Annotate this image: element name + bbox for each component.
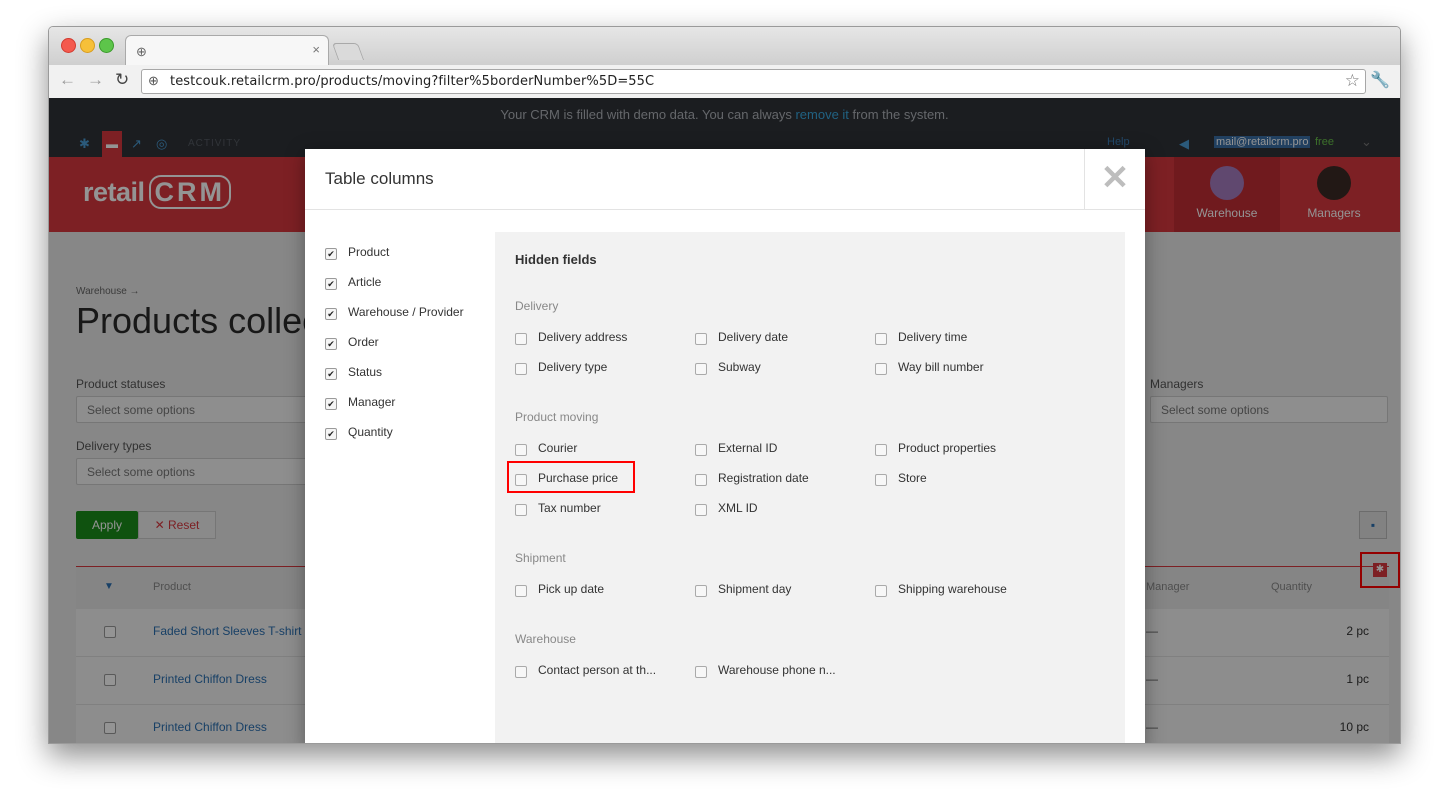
field-label: Pick up date <box>538 582 605 596</box>
close-icon[interactable]: ✕ <box>1084 149 1145 209</box>
checkbox-checked[interactable]: ✔ <box>325 308 337 320</box>
checkbox-checked[interactable]: ✔ <box>325 338 337 350</box>
browser-toolbar: ← → ↻ ⊕ testcouk.retailcrm.pro/products/… <box>49 65 1400 99</box>
zoom-window-button[interactable] <box>99 38 114 53</box>
forward-arrow-icon[interactable]: → <box>87 70 104 90</box>
field-label: XML ID <box>718 501 758 515</box>
checkbox[interactable] <box>515 504 527 516</box>
checkbox-checked[interactable]: ✔ <box>325 428 337 440</box>
new-tab-button[interactable] <box>331 43 365 60</box>
checkbox[interactable] <box>695 474 707 486</box>
browser-window: ⊕ × ← → ↻ ⊕ testcouk.retailcrm.pro/produ… <box>48 26 1401 744</box>
page-content: Your CRM is filled with demo data. You c… <box>49 98 1400 743</box>
hidden-fields-title: Hidden fields <box>515 252 597 267</box>
checkbox[interactable] <box>695 504 707 516</box>
visible-column-label: Status <box>348 365 383 379</box>
checkbox[interactable] <box>695 585 707 597</box>
minimize-window-button[interactable] <box>80 38 95 53</box>
group-delivery: Delivery <box>515 299 559 313</box>
globe-icon: ⊕ <box>136 44 147 59</box>
field-label: Way bill number <box>898 360 984 374</box>
close-window-button[interactable] <box>61 38 76 53</box>
group-warehouse: Warehouse <box>515 632 576 646</box>
checkbox[interactable] <box>515 363 527 375</box>
field-label: Warehouse phone n... <box>718 663 836 677</box>
back-arrow-icon[interactable]: ← <box>59 70 76 90</box>
wrench-icon[interactable]: 🔧 <box>1370 70 1390 90</box>
field-label: Store <box>898 471 927 485</box>
checkbox[interactable] <box>875 474 887 486</box>
visible-column-label: Warehouse / Provider <box>348 305 464 319</box>
checkbox[interactable] <box>515 444 527 456</box>
checkbox[interactable] <box>515 333 527 345</box>
field-label: Shipping warehouse <box>898 582 1007 596</box>
field-label: External ID <box>718 441 778 455</box>
checkbox[interactable] <box>875 333 887 345</box>
reload-icon[interactable]: ↻ <box>115 70 129 90</box>
url-text: testcouk.retailcrm.pro/products/moving?f… <box>170 74 655 89</box>
group-product-moving: Product moving <box>515 410 599 424</box>
group-shipment: Shipment <box>515 551 566 565</box>
visible-column-label: Product <box>348 245 390 259</box>
modal-header: Table columns ✕ <box>305 149 1145 210</box>
address-bar[interactable]: ⊕ testcouk.retailcrm.pro/products/moving… <box>141 69 1366 94</box>
field-label: Shipment day <box>718 582 792 596</box>
checkbox[interactable] <box>875 363 887 375</box>
checkbox-checked[interactable]: ✔ <box>325 278 337 290</box>
checkbox-checked[interactable]: ✔ <box>325 398 337 410</box>
checkbox[interactable] <box>695 666 707 678</box>
visible-column-label: Manager <box>348 395 396 409</box>
visible-column-label: Article <box>348 275 382 289</box>
field-label: Product properties <box>898 441 997 455</box>
checkbox[interactable] <box>515 585 527 597</box>
checkbox[interactable] <box>695 444 707 456</box>
table-columns-modal: Table columns ✕ ✔ Product ✔ Article ✔ Wareh… <box>305 149 1145 743</box>
field-label: Delivery time <box>898 330 968 344</box>
bookmark-star-icon[interactable]: ☆ <box>1345 71 1360 91</box>
field-label: Delivery address <box>538 330 628 344</box>
visible-column-label: Order <box>348 335 379 349</box>
field-label: Contact person at th... <box>538 663 657 677</box>
browser-tab[interactable]: ⊕ × <box>125 35 329 66</box>
purchase-price-highlight <box>507 461 635 493</box>
checkbox-checked[interactable]: ✔ <box>325 248 337 260</box>
tab-close-icon[interactable]: × <box>312 42 320 57</box>
field-label: Delivery type <box>538 360 608 374</box>
checkbox[interactable] <box>875 444 887 456</box>
visible-column-label: Quantity <box>348 425 393 439</box>
checkbox[interactable] <box>695 363 707 375</box>
field-label: Delivery date <box>718 330 789 344</box>
field-label: Subway <box>718 360 761 374</box>
checkbox[interactable] <box>515 666 527 678</box>
modal-title: Table columns <box>325 169 434 188</box>
tab-strip: ⊕ × <box>49 27 1400 66</box>
checkbox[interactable] <box>875 585 887 597</box>
checkbox-checked[interactable]: ✔ <box>325 368 337 380</box>
field-label: Courier <box>538 441 578 455</box>
field-label: Tax number <box>538 501 601 515</box>
checkbox[interactable] <box>695 333 707 345</box>
hidden-fields-panel: Hidden fields Delivery Delivery address … <box>495 232 1125 743</box>
globe-icon: ⊕ <box>148 73 159 88</box>
field-label: Registration date <box>718 471 809 485</box>
